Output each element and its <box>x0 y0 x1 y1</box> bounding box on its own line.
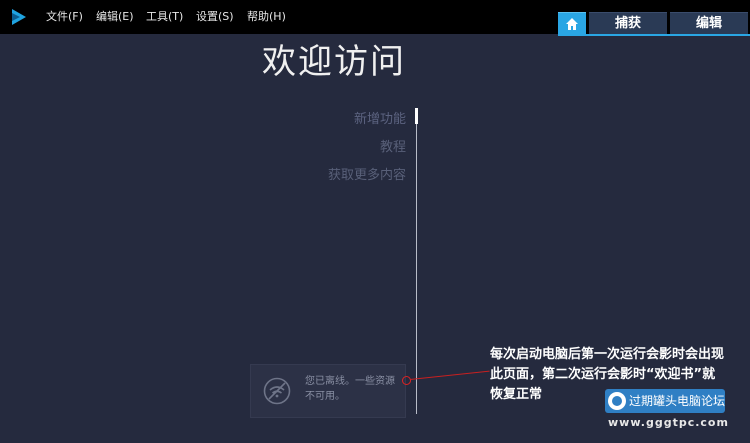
wifi-off-icon <box>263 377 291 405</box>
home-icon <box>566 18 578 30</box>
page-title: 欢迎访问 <box>262 42 406 82</box>
menu-tools[interactable]: 工具(T) <box>146 10 183 24</box>
menu-file[interactable]: 文件(F) <box>46 10 83 24</box>
menu-help[interactable]: 帮助(H) <box>247 10 286 24</box>
offline-notice: 您已离线。一些资源不可用。 <box>250 364 406 418</box>
watermark-badge: 过期罐头电脑论坛 <box>605 389 725 413</box>
tab-home[interactable] <box>558 12 586 35</box>
annotation-pointer-line <box>409 370 490 380</box>
annotation-marker <box>402 376 411 385</box>
nav-item-new-features[interactable]: 新增功能 <box>328 106 406 134</box>
watermark-name: 过期罐头电脑论坛 <box>629 394 726 408</box>
menu-bar: 文件(F) 编辑(E) 工具(T) 设置(S) 帮助(H) 捕获 编辑 <box>0 0 750 35</box>
welcome-nav: 新增功能 教程 获取更多内容 <box>328 106 406 190</box>
app-logo-icon <box>12 9 26 25</box>
tab-edit[interactable]: 编辑 <box>670 12 748 35</box>
nav-selection-marker <box>415 108 418 124</box>
nav-item-tutorials[interactable]: 教程 <box>328 134 406 162</box>
watermark-url: www.gggtpc.com <box>608 416 729 429</box>
watermark-logo-icon <box>608 392 626 410</box>
menu-edit[interactable]: 编辑(E) <box>96 10 134 24</box>
nav-item-get-more[interactable]: 获取更多内容 <box>328 162 406 190</box>
nav-divider <box>416 108 417 414</box>
offline-message: 您已离线。一些资源不可用。 <box>305 376 395 402</box>
tab-underline <box>558 34 750 36</box>
menu-settings[interactable]: 设置(S) <box>196 10 234 24</box>
tab-capture[interactable]: 捕获 <box>589 12 667 35</box>
